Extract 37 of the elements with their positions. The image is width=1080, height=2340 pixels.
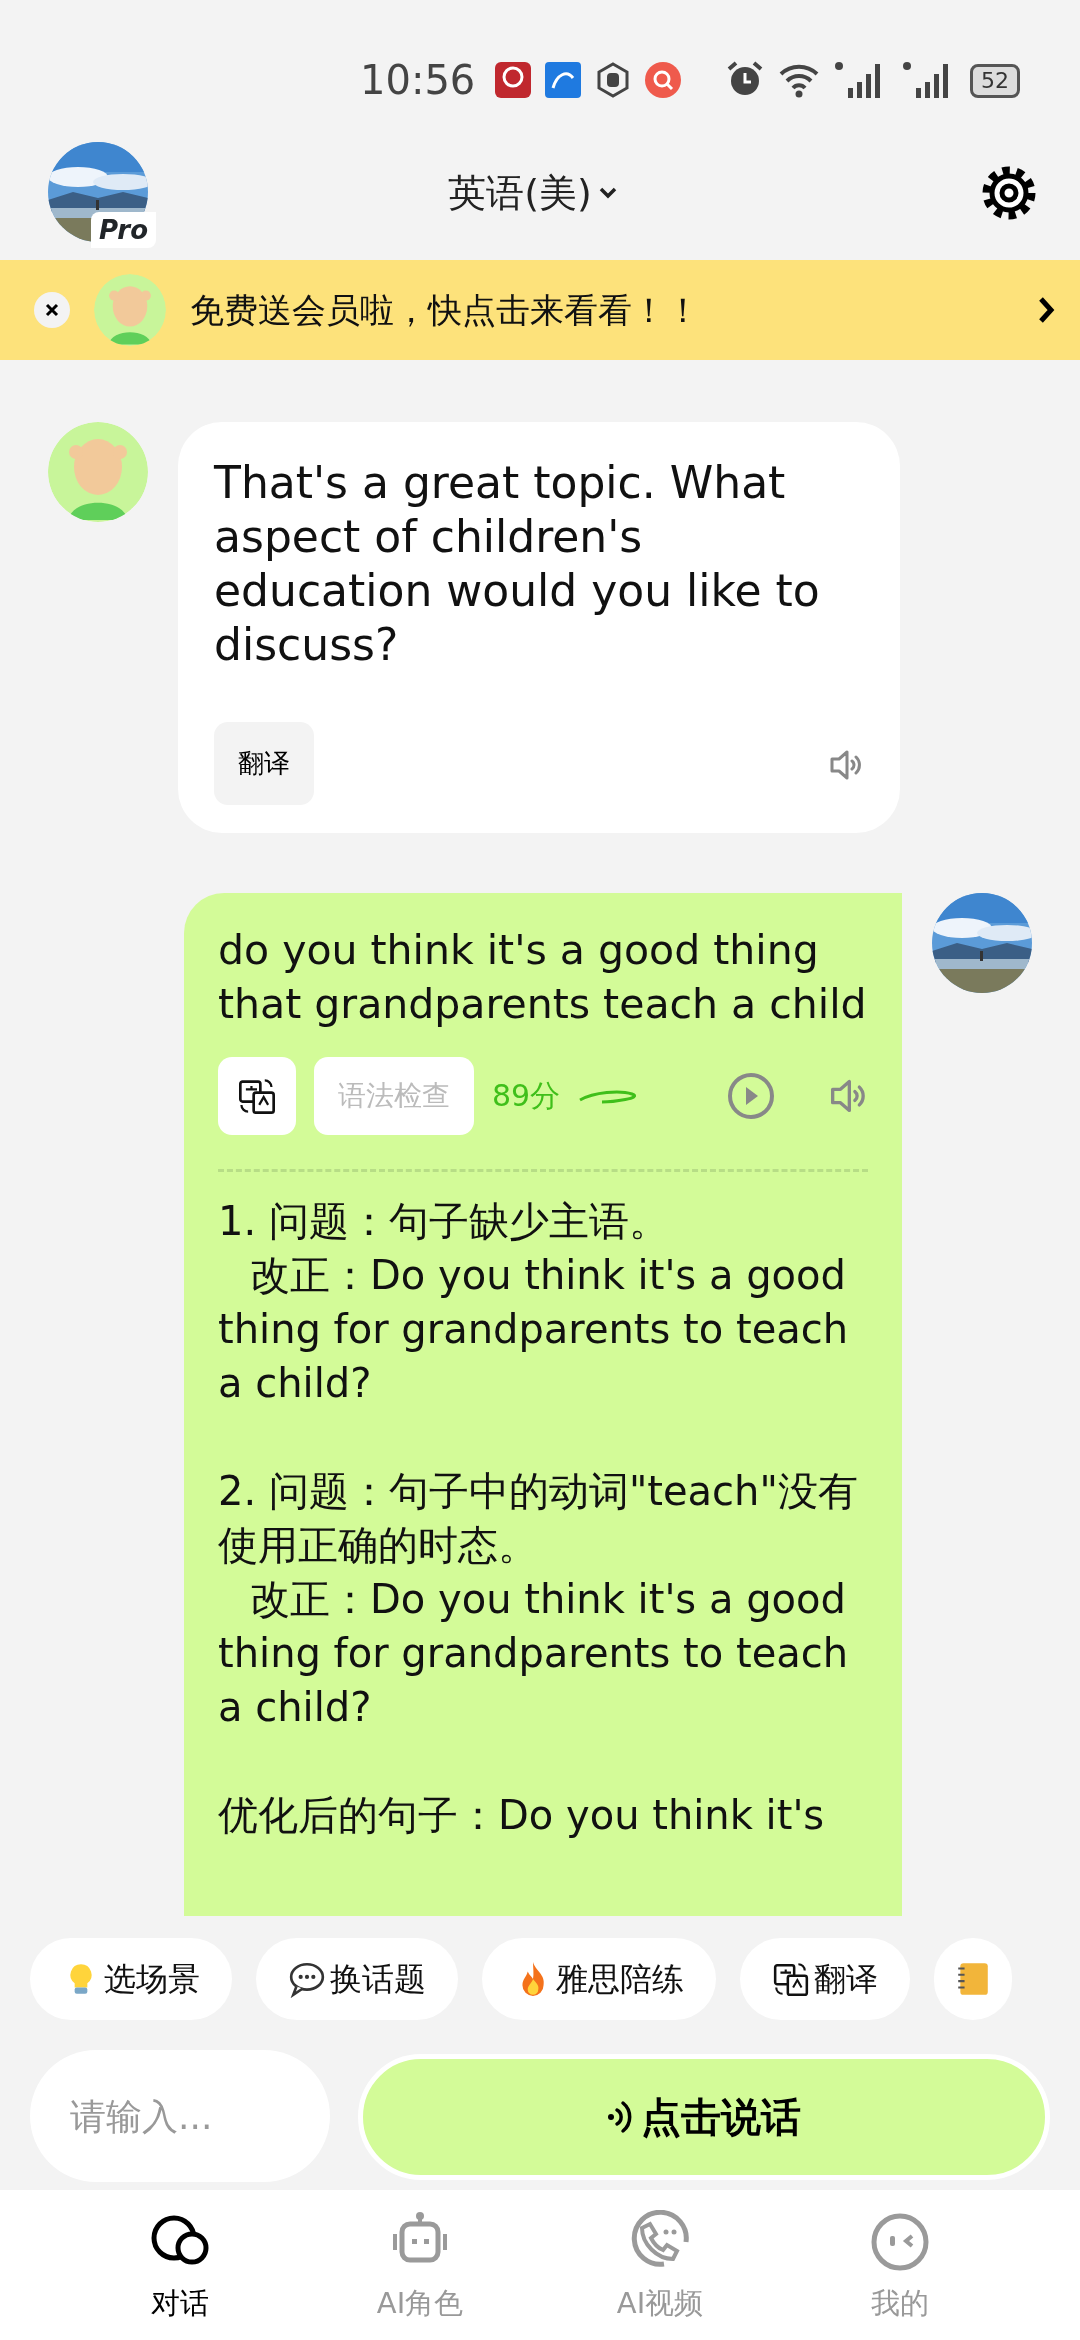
score-label: 89分	[492, 1081, 561, 1111]
correction-text: 改正：Do you think it's a good thing for grandparents to teach a child?	[218, 1575, 850, 1732]
chevron-right-icon[interactable]	[1036, 295, 1056, 325]
chip-button[interactable]: 雅思陪练	[482, 1938, 716, 2020]
hand-icon	[595, 62, 632, 98]
translate-icon	[237, 1076, 277, 1116]
tab-item[interactable]: 对话	[100, 2190, 260, 2340]
translate-button[interactable]	[218, 1057, 296, 1135]
issue-text: 1. 问题：句子缺少主语。	[218, 1197, 670, 1246]
play-icon[interactable]	[726, 1071, 776, 1121]
text-input[interactable]: 请输入...	[30, 2050, 330, 2182]
translate-icon	[772, 1960, 810, 1998]
status-time: 10:56	[360, 60, 476, 105]
optimized-sentence: 优化后的句子：Do you think it's	[218, 1791, 826, 1840]
chip-button[interactable]: 选场景	[30, 1938, 232, 2020]
app-icon	[495, 62, 532, 98]
message-text: That's a great topic. What aspect of children's education would you like to discuss?	[214, 456, 821, 672]
battery-level: 52	[970, 64, 1020, 98]
chip-button[interactable]: 翻译	[740, 1938, 910, 2020]
chip-button[interactable]: 换话题	[256, 1938, 458, 2020]
mascot-icon	[48, 422, 148, 522]
speech-bubble-icon	[288, 1960, 326, 1998]
message-text: do you think it's a good thing that grandparents teach a child	[218, 925, 868, 1030]
chevron-down-icon[interactable]	[597, 186, 618, 200]
language-title[interactable]: 英语(美)	[448, 164, 592, 222]
issue-text: 2. 问题：句子中的动词"teach"没有使用正确的时态。	[218, 1467, 859, 1570]
close-button[interactable]	[34, 292, 70, 328]
speak-button[interactable]: 点击说话	[358, 2054, 1050, 2180]
mascot-icon	[94, 274, 166, 346]
close-icon	[44, 302, 60, 318]
correction-text: 改正：Do you think it's a good thing for grandparents to teach a child?	[218, 1251, 850, 1408]
wifi-icon	[778, 62, 820, 98]
search-icon	[645, 62, 682, 98]
alarm-icon	[726, 60, 764, 98]
pro-badge: Pro	[91, 212, 156, 248]
app-icon	[545, 62, 582, 98]
translate-button[interactable]: 翻译	[214, 722, 314, 805]
